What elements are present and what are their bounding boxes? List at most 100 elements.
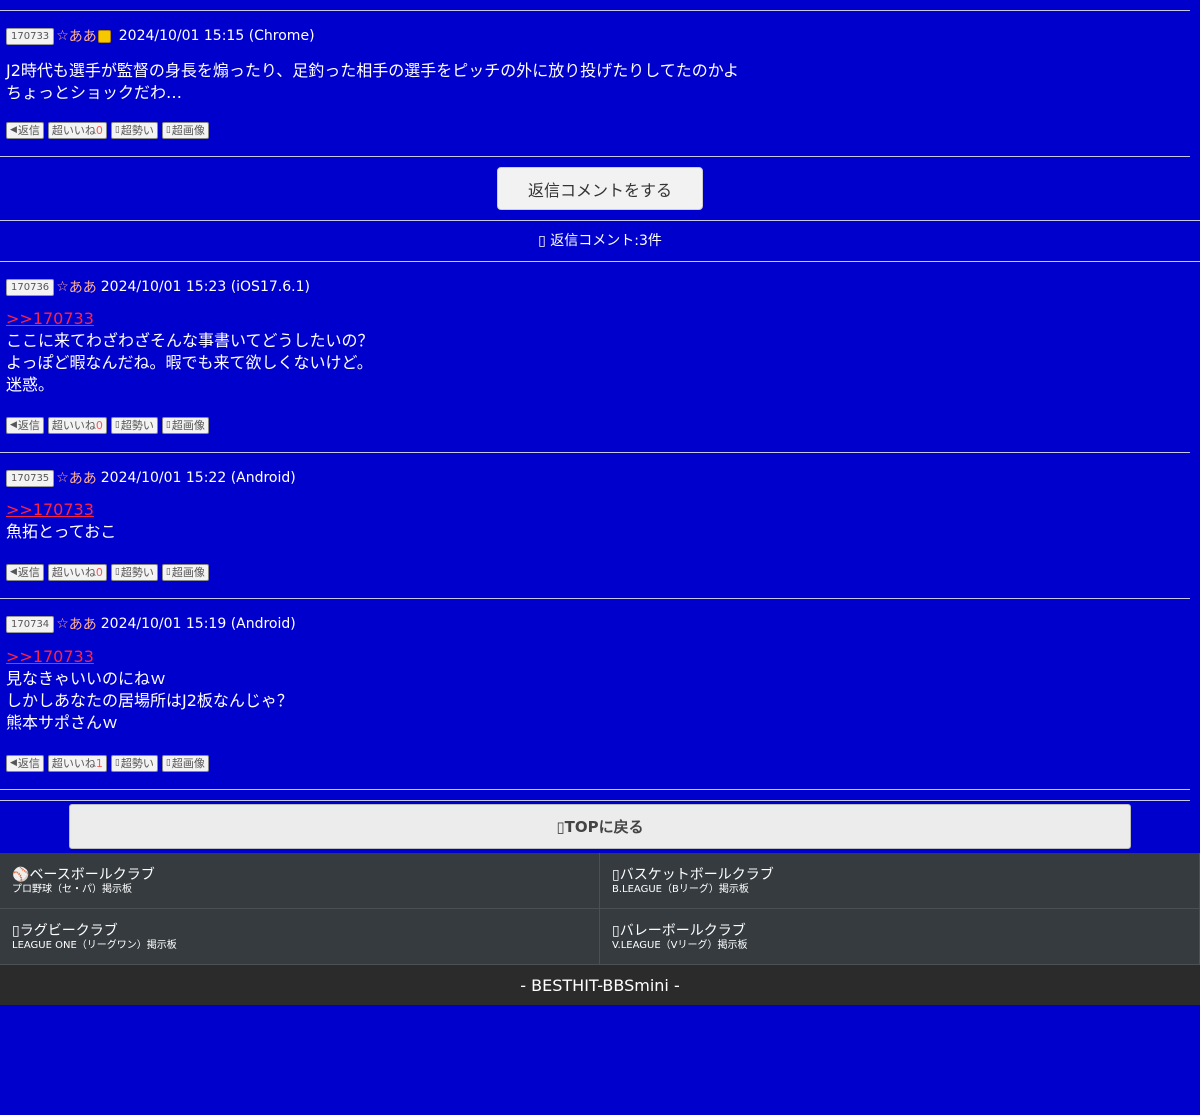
home-icon: ▯ [556, 817, 565, 836]
post-date: 2024/10/01 15:15 (Chrome) [118, 28, 315, 44]
basketball-icon: ▯ [612, 867, 620, 883]
rugby-icon: ▯ [12, 923, 20, 939]
post-header: 170733 ☆ ああ 2024/10/01 15:15 (Chrome) [6, 26, 1186, 46]
post-header: 170734 ☆ ああ 2024/10/01 15:19 (Android) [6, 614, 1186, 634]
post-line: J2時代も選手が監督の身長を煽ったり、足釣った相手の選手をピッチの外に放り投げた… [6, 61, 739, 80]
image-action-button[interactable]: ▯ 超画像 [161, 755, 209, 772]
star-icon: ☆ [56, 470, 69, 486]
divider [0, 789, 1190, 790]
reply-action-button[interactable]: ◀ 返信 [6, 755, 44, 772]
reply-post: 170736 ☆ ああ 2024/10/01 15:23 (iOS17.6.1)… [6, 277, 1186, 396]
divider [0, 261, 1200, 262]
post-header: 170736 ☆ ああ 2024/10/01 15:23 (iOS17.6.1) [6, 277, 1186, 297]
post-line: ここに来てわざわざそんな事書いてどうしたいの？ [6, 331, 374, 350]
post-body: 魚拓とっておこ [6, 521, 1186, 543]
poster-name: ああ [68, 29, 97, 45]
image-action-button[interactable]: ▯ 超画像 [161, 417, 209, 434]
momentum-action-button[interactable]: ▯ 超勢い [110, 417, 158, 434]
post-line: 見なきゃいいのにねｗ [6, 669, 167, 688]
like-action-button[interactable]: 超いいね 0 [47, 122, 107, 139]
footer-link-title: ベースボールクラブ [29, 867, 155, 883]
post-line: 魚拓とっておこ [6, 522, 117, 541]
divider [0, 800, 1190, 801]
footer-link-rugby[interactable]: ▯ラグビークラブ LEAGUE ONE（リーグワン）掲示板 [0, 909, 600, 965]
main-post: 170733 ☆ ああ 2024/10/01 15:15 (Chrome) J2… [6, 26, 1186, 104]
momentum-icon: ▯ [114, 420, 120, 430]
footer-link-title: バレーボールクラブ [619, 923, 746, 939]
reply-post: 170734 ☆ ああ 2024/10/01 15:19 (Android) >… [6, 614, 1186, 734]
anchor-link[interactable]: >>170733 [6, 646, 1186, 668]
anchor-link[interactable]: >>170733 [6, 499, 1186, 521]
post-body: J2時代も選手が監督の身長を煽ったり、足釣った相手の選手をピッチの外に放り投げた… [6, 60, 1186, 104]
footer-link-volleyball[interactable]: ▯バレーボールクラブ V.LEAGUE（Vリーグ）掲示板 [600, 909, 1200, 965]
divider [0, 220, 1200, 221]
footer-link-title: ラグビークラブ [19, 923, 118, 939]
reply-count-header: ▯ 返信コメント:3件 [0, 230, 1200, 250]
post-actions: ◀ 返信 超いいね 1 ▯ 超勢い ▯ 超画像 [6, 755, 209, 772]
back-to-top-button[interactable]: ▯ TOPに戻る [69, 804, 1131, 849]
post-body: ここに来てわざわざそんな事書いてどうしたいの？ よっぽど暇なんだね。暇でも来て欲… [6, 330, 1186, 396]
baseball-icon: ⚾ [12, 867, 30, 883]
reply-action-button[interactable]: ◀ 返信 [6, 122, 44, 139]
post-date: 2024/10/01 15:23 (iOS17.6.1) [100, 279, 310, 295]
post-number[interactable]: 170736 [6, 278, 55, 296]
divider [0, 156, 1190, 157]
star-icon: ☆ [56, 279, 69, 295]
anchor-link[interactable]: >>170733 [6, 308, 1186, 330]
post-date: 2024/10/01 15:19 (Android) [100, 616, 296, 632]
reply-arrow-icon: ◀ [10, 125, 17, 135]
poster-name: ああ [68, 617, 97, 633]
volleyball-icon: ▯ [612, 923, 620, 939]
reply-arrow-icon: ◀ [10, 567, 17, 577]
footer-link-basketball[interactable]: ▯バスケットボールクラブ B.LEAGUE（Bリーグ）掲示板 [600, 853, 1200, 909]
star-icon: ☆ [56, 616, 69, 632]
footer-link-sub: プロ野球（セ・パ）掲示板 [12, 884, 132, 895]
footer-link-sub: B.LEAGUE（Bリーグ）掲示板 [612, 884, 749, 895]
reply-action-button[interactable]: ◀ 返信 [6, 417, 44, 434]
post-number[interactable]: 170734 [6, 615, 55, 633]
image-icon: ▯ [165, 420, 171, 430]
momentum-icon: ▯ [114, 125, 120, 135]
comment-icon: ▯ [538, 233, 546, 249]
momentum-icon: ▯ [114, 758, 120, 768]
back-to-top-label: TOPに戻る [564, 818, 644, 836]
like-action-button[interactable]: 超いいね 0 [47, 564, 107, 581]
site-footer: - BESTHIT-BBSmini - [0, 965, 1200, 1005]
like-action-button[interactable]: 超いいね 0 [47, 417, 107, 434]
post-line: ちょっとショックだわ… [6, 83, 183, 102]
post-number[interactable]: 170733 [6, 27, 55, 45]
star-icon: ☆ [56, 28, 69, 44]
post-number[interactable]: 170735 [6, 469, 55, 487]
write-reply-button[interactable]: 返信コメントをする [497, 167, 703, 210]
poster-name: ああ [68, 280, 97, 296]
momentum-action-button[interactable]: ▯ 超勢い [110, 122, 158, 139]
divider [0, 10, 1190, 11]
divider [0, 452, 1190, 453]
divider [0, 598, 1190, 599]
momentum-action-button[interactable]: ▯ 超勢い [110, 755, 158, 772]
footer-link-sub: V.LEAGUE（Vリーグ）掲示板 [612, 940, 748, 951]
footer-link-baseball[interactable]: ⚾ベースボールクラブ プロ野球（セ・パ）掲示板 [0, 853, 600, 909]
like-action-button[interactable]: 超いいね 1 [47, 755, 107, 772]
post-actions: ◀ 返信 超いいね 0 ▯ 超勢い ▯ 超画像 [6, 417, 209, 434]
image-icon: ▯ [165, 125, 171, 135]
post-header: 170735 ☆ ああ 2024/10/01 15:22 (Android) [6, 468, 1186, 488]
reply-post: 170735 ☆ ああ 2024/10/01 15:22 (Android) >… [6, 468, 1186, 543]
like-count: 1 [95, 757, 103, 770]
footer-link-sub: LEAGUE ONE（リーグワン）掲示板 [12, 940, 177, 951]
post-line: 熊本サポさんｗ [6, 713, 119, 732]
reply-arrow-icon: ◀ [10, 758, 17, 768]
reply-count-label: 返信コメント:3件 [550, 233, 662, 249]
yellow-badge-icon [97, 29, 111, 43]
image-action-button[interactable]: ▯ 超画像 [161, 122, 209, 139]
footer-links: ⚾ベースボールクラブ プロ野球（セ・パ）掲示板 ▯バスケットボールクラブ B.L… [0, 853, 1200, 965]
post-line: しかしあなたの居場所はJ2板なんじゃ？ [6, 691, 293, 710]
image-action-button[interactable]: ▯ 超画像 [161, 564, 209, 581]
momentum-action-button[interactable]: ▯ 超勢い [110, 564, 158, 581]
reply-action-button[interactable]: ◀ 返信 [6, 564, 44, 581]
post-line: よっぽど暇なんだね。暇でも来て欲しくないけど。 [6, 353, 373, 372]
post-date: 2024/10/01 15:22 (Android) [100, 470, 296, 486]
like-count: 0 [95, 566, 103, 579]
poster-name: ああ [68, 471, 97, 487]
post-actions: ◀ 返信 超いいね 0 ▯ 超勢い ▯ 超画像 [6, 564, 209, 581]
